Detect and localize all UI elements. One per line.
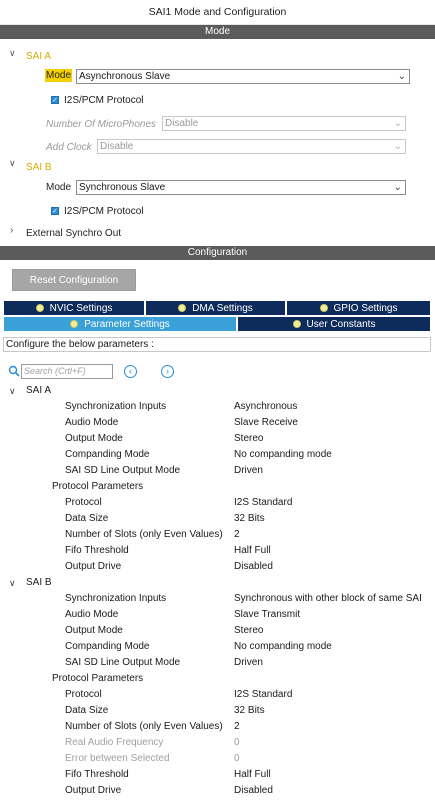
table-row[interactable]: Audio Mode Slave Transmit <box>0 607 435 623</box>
tree-group-protocol[interactable]: Protocol Parameters <box>0 479 435 495</box>
table-row[interactable]: Audio Mode Slave Receive <box>0 415 435 431</box>
sai-b-label: SAI B <box>26 162 52 173</box>
table-row[interactable]: Companding Mode No companding mode <box>0 447 435 463</box>
status-dot-icon <box>70 320 79 328</box>
status-dot-icon <box>178 304 187 312</box>
search-icon <box>8 365 20 377</box>
tab-gpio-settings[interactable]: GPIO Settings <box>286 300 431 316</box>
table-row[interactable]: Output Mode Stereo <box>0 431 435 447</box>
table-row[interactable]: Fifo Threshold Half Full <box>0 543 435 559</box>
search-input[interactable]: Search (Crtl+F) <box>21 364 113 379</box>
status-dot-icon <box>319 304 328 312</box>
tab-nvic-settings[interactable]: NVIC Settings <box>3 300 145 316</box>
configure-caption: Configure the below parameters : <box>3 337 431 352</box>
sai-a-protocol-label: I2S/PCM Protocol <box>64 95 144 106</box>
sai-a-protocol-checkbox[interactable]: ✓ <box>51 96 59 104</box>
sai-b-protocol-label: I2S/PCM Protocol <box>64 206 144 217</box>
table-row[interactable]: Data Size 32 Bits <box>0 703 435 719</box>
arrow-left-circle-icon[interactable]: ‹ <box>124 365 137 378</box>
chevron-down-icon: ⌄ <box>393 182 402 193</box>
table-row[interactable]: Protocol I2S Standard <box>0 495 435 511</box>
table-row[interactable]: Data Size 32 Bits <box>0 511 435 527</box>
chevron-down-icon: ⌄ <box>397 71 406 82</box>
arrow-right-circle-icon[interactable]: › <box>161 365 174 378</box>
table-row[interactable]: Number of Slots (only Even Values) 2 <box>0 719 435 735</box>
add-clock-value: Disable <box>100 141 134 152</box>
status-dot-icon <box>35 304 44 312</box>
sai-a-mode-value: Asynchronous Slave <box>79 71 171 82</box>
tab-dma-settings[interactable]: DMA Settings <box>145 300 286 316</box>
microphones-label: Number Of MicroPhones <box>46 119 157 130</box>
sai-b-mode-label: Mode <box>46 182 72 193</box>
tree-group-sai-a[interactable]: SAI A <box>0 383 435 399</box>
external-synchro-label: External Synchro Out <box>26 228 122 239</box>
chevron-down-icon[interactable]: ∨ <box>9 158 16 169</box>
mode-panel: ∨ SAI A Mode Asynchronous Slave ⌄ ✓ I2S/… <box>0 39 435 241</box>
chevron-down-icon[interactable]: ∨ <box>9 48 16 59</box>
sai-a-mode-select[interactable]: Asynchronous Slave ⌄ <box>76 69 410 84</box>
table-row[interactable]: Synchronization Inputs Synchronous with o… <box>0 591 435 607</box>
table-row[interactable]: Output Drive Disabled <box>0 559 435 575</box>
sai-b-protocol-checkbox[interactable]: ✓ <box>51 207 59 215</box>
mode-section-header: Mode <box>0 25 435 39</box>
tab-parameter-settings[interactable]: Parameter Settings <box>3 316 237 332</box>
table-row[interactable]: Output Drive Disabled <box>0 783 435 799</box>
sai-a-mode-label: Mode <box>45 69 73 82</box>
add-clock-label: Add Clock <box>46 142 92 153</box>
table-row[interactable]: Number of Slots (only Even Values) 2 <box>0 527 435 543</box>
reset-configuration-button[interactable]: Reset Configuration <box>12 269 136 291</box>
table-row[interactable]: Companding Mode No companding mode <box>0 639 435 655</box>
status-dot-icon <box>292 320 301 328</box>
add-clock-select[interactable]: Disable ⌄ <box>97 139 406 154</box>
table-row[interactable]: Protocol I2S Standard <box>0 687 435 703</box>
tab-user-constants[interactable]: User Constants <box>237 316 431 332</box>
sai-b-mode-select[interactable]: Synchronous Slave ⌄ <box>76 180 406 195</box>
table-row: Error between Selected 0 <box>65 753 240 764</box>
tree-group-protocol[interactable]: Protocol Parameters <box>0 671 435 687</box>
chevron-right-icon[interactable]: › <box>10 225 13 236</box>
microphones-value: Disable <box>165 118 199 129</box>
table-row: Real Audio Frequency 0 <box>65 737 240 748</box>
sai-a-label: SAI A <box>26 51 52 62</box>
table-row[interactable]: Synchronization Inputs Asynchronous <box>0 399 435 415</box>
chevron-down-icon: ⌄ <box>393 118 402 129</box>
table-row[interactable]: Fifo Threshold Half Full <box>0 767 435 783</box>
chevron-down-icon: ⌄ <box>393 141 402 152</box>
tree-group-sai-b[interactable]: SAI B <box>0 575 435 591</box>
sai-b-mode-value: Synchronous Slave <box>79 182 166 193</box>
table-row[interactable]: Output Mode Stereo <box>0 623 435 639</box>
microphones-select[interactable]: Disable ⌄ <box>162 116 406 131</box>
table-row[interactable]: SAI SD Line Output Mode Driven <box>0 655 435 671</box>
configuration-section-header: Configuration <box>0 246 435 260</box>
table-row[interactable]: SAI SD Line Output Mode Driven <box>0 463 435 479</box>
window-title: SAI1 Mode and Configuration <box>0 0 435 25</box>
